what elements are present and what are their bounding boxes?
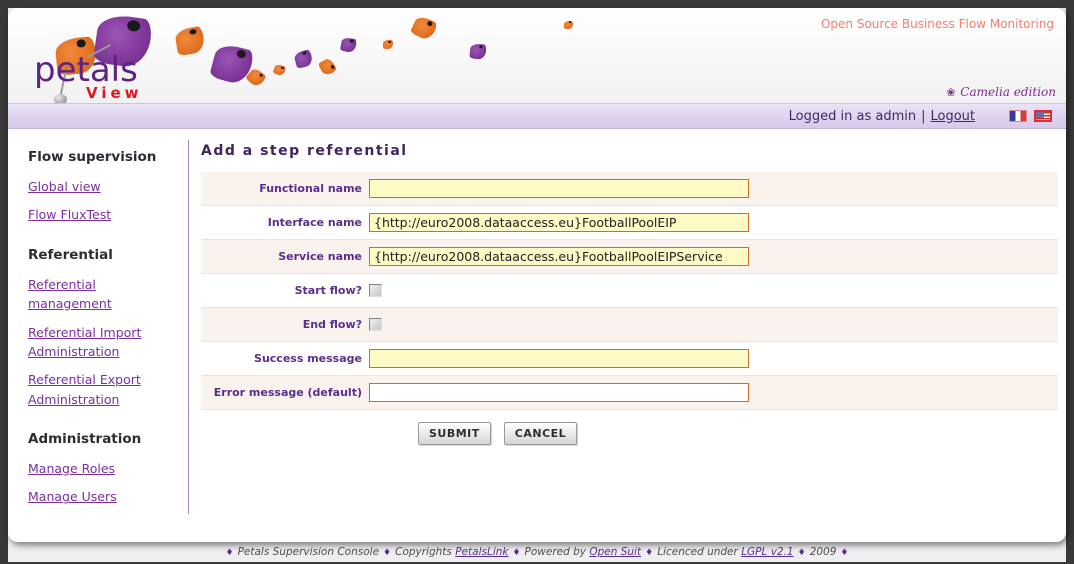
us-flag-icon[interactable] [1034, 110, 1052, 122]
start-flow-label: Start flow? [294, 284, 362, 297]
service-name-input[interactable] [369, 247, 749, 266]
sidebar: Flow supervision Global view Flow FluxTe… [8, 129, 188, 542]
footer-year-text: 2009 [809, 546, 837, 558]
open-suit-link[interactable]: Open Suit [589, 546, 641, 558]
service-name-label: Service name [278, 250, 362, 263]
sidebar-item-manage-roles[interactable]: Manage Roles [28, 459, 178, 478]
sidebar-item-referential-import[interactable]: Referential Import Administration [28, 323, 178, 362]
form-row-service-name: Service name [201, 240, 1058, 274]
page-background: petals View Open Source Business Flow Mo… [8, 8, 1066, 562]
footer-licence-text: Licenced under [657, 546, 738, 558]
footer-powered-text: Powered by [524, 546, 587, 558]
functional-name-input[interactable] [369, 179, 749, 198]
sidebar-divider [188, 140, 189, 514]
end-flow-checkbox[interactable] [369, 318, 382, 331]
form-row-start-flow: Start flow? [201, 274, 1058, 308]
logo-edition-wordmark: View [86, 84, 143, 102]
diamond-icon: ♦ [225, 548, 234, 558]
petal-icon [469, 43, 487, 60]
petal-icon [564, 21, 573, 29]
app-window: petals View Open Source Business Flow Mo… [8, 8, 1066, 542]
cancel-button[interactable]: CANCEL [503, 422, 578, 445]
logo-ball-icon [54, 94, 67, 103]
petal-icon [339, 36, 358, 54]
petal-icon [409, 14, 439, 42]
error-message-input[interactable] [369, 383, 749, 402]
sidebar-heading-administration: Administration [28, 431, 142, 447]
main-panel: Add a step referential Functional name I… [188, 129, 1066, 542]
footer-console-text: Petals Supervision Console [237, 546, 380, 558]
functional-name-label: Functional name [259, 182, 362, 195]
sidebar-heading-referential: Referential [28, 246, 113, 263]
diamond-icon: ♦ [797, 548, 806, 558]
petal-icon [272, 63, 287, 77]
userbar-separator: | [921, 108, 926, 124]
footer-copyrights-text: Copyrights [395, 546, 452, 558]
flower-icon: ❀ [946, 86, 956, 99]
page-title: Add a step referential [201, 143, 408, 159]
french-flag-icon[interactable] [1009, 110, 1027, 122]
sidebar-item-global-view[interactable]: Global view [28, 177, 178, 196]
sidebar-heading-flow-supervision: Flow supervision [28, 149, 157, 165]
edition-label: ❀ Camelia edition [946, 85, 1056, 99]
success-message-input[interactable] [369, 349, 749, 368]
user-bar: Logged in as admin | Logout [8, 103, 1066, 129]
petal-icon [293, 49, 314, 69]
petalslink-link[interactable]: PetalsLink [455, 546, 508, 558]
sidebar-item-manage-users[interactable]: Manage Users [28, 487, 178, 506]
diamond-icon: ♦ [512, 548, 521, 558]
diamond-icon: ♦ [840, 548, 849, 558]
error-message-label: Error message (default) [213, 386, 362, 399]
form-actions: SUBMIT CANCEL [418, 422, 1058, 445]
form-row-success-message: Success message [201, 342, 1058, 376]
diamond-icon: ♦ [383, 548, 392, 558]
logged-in-text: Logged in as admin [788, 108, 917, 124]
interface-name-label: Interface name [267, 216, 362, 229]
interface-name-input[interactable] [369, 213, 749, 232]
lgpl-link[interactable]: LGPL v2.1 [741, 546, 793, 558]
petal-icon [383, 40, 393, 49]
form-row-end-flow: End flow? [201, 308, 1058, 342]
sidebar-item-flow-fluxtest[interactable]: Flow FluxTest [28, 205, 178, 224]
app-header: petals View Open Source Business Flow Mo… [8, 8, 1066, 103]
start-flow-checkbox[interactable] [369, 284, 382, 297]
form-row-interface-name: Interface name [201, 206, 1058, 240]
diamond-icon: ♦ [645, 548, 654, 558]
logout-link[interactable]: Logout [930, 109, 975, 124]
form-row-error-message: Error message (default) [201, 376, 1058, 410]
content-area: Flow supervision Global view Flow FluxTe… [8, 129, 1066, 542]
petal-icon [317, 57, 338, 77]
sidebar-item-referential-export[interactable]: Referential Export Administration [28, 370, 178, 409]
petals-view-logo: petals View [28, 10, 188, 103]
form-row-functional-name: Functional name [201, 172, 1058, 206]
footer: ♦ Petals Supervision Console ♦ Copyrights P… [8, 542, 1066, 562]
edition-text: Camelia edition [960, 85, 1056, 99]
language-switcher [1009, 110, 1052, 122]
app-tagline: Open Source Business Flow Monitoring [820, 17, 1054, 31]
sidebar-item-referential-management[interactable]: Referential management [28, 275, 178, 314]
submit-button[interactable]: SUBMIT [418, 422, 491, 445]
end-flow-label: End flow? [302, 318, 362, 331]
add-step-referential-form: Functional name Interface name Service n… [201, 172, 1058, 410]
success-message-label: Success message [254, 352, 362, 365]
